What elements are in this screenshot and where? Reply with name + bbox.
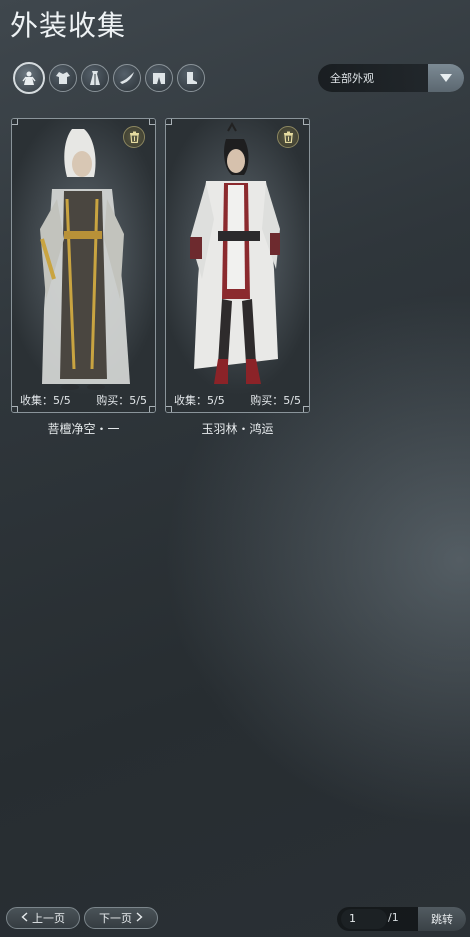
page-number-input[interactable]: 1: [341, 909, 387, 929]
collect-label: 收集：: [20, 394, 53, 407]
buy-stat: 购买：5/5: [96, 392, 147, 410]
prev-page-button[interactable]: 上一页: [6, 907, 80, 929]
character-figure-image: [190, 121, 280, 384]
outfit-name: 菩檀净空・一: [47, 422, 120, 436]
boots-icon[interactable]: [177, 64, 205, 92]
buy-value: 5/5: [283, 394, 301, 407]
collect-label: 收集：: [174, 394, 207, 407]
category-tabs: [13, 62, 205, 94]
buy-label: 购买：: [250, 394, 284, 407]
next-page-label: 下一页: [99, 912, 132, 925]
outfit-name: 玉羽林・鸿运: [201, 422, 274, 436]
buy-value: 5/5: [129, 394, 147, 407]
robe-icon[interactable]: [81, 64, 109, 92]
page-total: /1: [388, 911, 399, 924]
buy-label: 购买：: [96, 394, 130, 407]
outfit-card[interactable]: 收集：5/5 购买：5/5: [165, 118, 310, 413]
pants-icon[interactable]: [145, 64, 173, 92]
collect-stat: 收集：5/5: [174, 392, 225, 410]
buy-stat: 购买：5/5: [250, 392, 301, 410]
collect-value: 5/5: [207, 394, 225, 407]
character-figure-image: [40, 129, 130, 390]
trash-icon[interactable]: [123, 126, 145, 148]
full-outfit-icon[interactable]: [13, 62, 45, 94]
page-title: 外装收集: [10, 9, 127, 42]
collect-value: 5/5: [53, 394, 71, 407]
card-stats: 收集：5/5 购买：5/5: [166, 392, 309, 410]
trash-icon[interactable]: [277, 126, 299, 148]
chevron-down-icon[interactable]: [428, 64, 464, 92]
collect-stat: 收集：5/5: [20, 392, 71, 410]
next-page-button[interactable]: 下一页: [84, 907, 158, 929]
top-garment-icon[interactable]: [49, 64, 77, 92]
chevron-right-icon: [136, 911, 143, 925]
hat-icon[interactable]: [113, 64, 141, 92]
outfit-card[interactable]: 收集：5/5 购买：5/5: [11, 118, 156, 413]
jump-button[interactable]: 跳转: [418, 907, 466, 931]
prev-page-label: 上一页: [32, 912, 65, 925]
chevron-left-icon: [21, 911, 28, 925]
card-stats: 收集：5/5 购买：5/5: [12, 392, 155, 410]
appearance-filter-dropdown[interactable]: 全部外观: [318, 64, 464, 92]
